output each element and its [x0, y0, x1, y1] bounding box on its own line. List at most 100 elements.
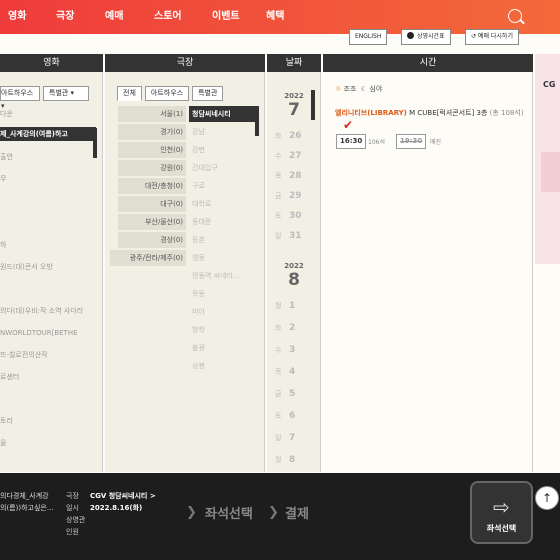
region-item[interactable]: 경기(0) [118, 124, 186, 140]
movie-scrollbar[interactable] [93, 128, 97, 158]
step-seat: 좌석선택 [205, 507, 253, 522]
date-item[interactable]: 금5 [275, 386, 315, 402]
tab-special-label: 특별관 [49, 89, 69, 97]
region-item[interactable]: 서울(1) [118, 106, 186, 122]
movie-item[interactable]: NWORLDTOUR[BETHE [0, 326, 96, 340]
movie-item[interactable]: 로센터 [0, 370, 96, 384]
weekday: 일 [275, 434, 282, 442]
region-item[interactable]: 대구(0) [118, 196, 186, 212]
theater-item[interactable]: 등촌 [189, 232, 251, 248]
theater-item[interactable]: 상봉 [189, 358, 251, 374]
tab-arthouse[interactable]: 아트하우스 ▾ [0, 86, 40, 110]
date-item[interactable]: 토6 [275, 408, 315, 424]
sun-icon: ☼ [335, 85, 342, 93]
refresh-icon: ↺ [471, 33, 478, 40]
weekday: 일 [275, 232, 282, 240]
theater-item[interactable]: 동대문 [189, 214, 251, 230]
moon-icon: ☾ [360, 85, 368, 93]
region-item[interactable]: 광주/전라/제주(0) [110, 250, 186, 266]
theater-item[interactable]: 방학 [189, 322, 251, 338]
theater-item[interactable]: 미아 [189, 304, 251, 320]
weekday: 화 [275, 132, 282, 140]
region-item[interactable]: 경상(0) [118, 232, 186, 248]
movie-item[interactable]: 을 [0, 436, 96, 450]
theater-item[interactable]: 명동 [189, 250, 251, 266]
time-filter: ☼ 조조 ☾ 심야 [335, 84, 382, 94]
theater-item[interactable]: 강남 [189, 124, 251, 140]
movie-item-selected[interactable]: 제_사계강의(여름)하고 [0, 127, 96, 141]
theater-item[interactable]: 구로 [189, 178, 251, 194]
theater-item[interactable]: 불광 [189, 340, 251, 356]
region-item[interactable]: 부산/울산(0) [118, 214, 186, 230]
ad-image [541, 152, 560, 192]
movie-item[interactable]: 출연 [0, 150, 96, 164]
tab-theater-special[interactable]: 특별관 [192, 86, 224, 101]
theater-list: 전체 아트하우스 특별관 서울(1) 경기(0) 인천(0) 강원(0) 대전/… [105, 72, 265, 472]
show-title: 엘리니티브(LIBRARY) M CUBE[럭셔콘서트] 3층 (총 108석) [335, 108, 524, 118]
movie-item[interactable]: 원드(대)콘서 오방 [0, 260, 96, 274]
arrow-right-icon: ⇨ [493, 495, 510, 519]
day-number: 31 [289, 231, 302, 241]
label-theater: 극장 [66, 492, 79, 500]
theater-scrollbar[interactable] [255, 106, 259, 136]
date-item[interactable]: 수 27 [275, 148, 315, 164]
reset-button[interactable]: ↺ 예매 다시하기 [465, 29, 519, 45]
theater-item[interactable]: 명동역 씨네라... [189, 268, 251, 284]
selected-movie-2: 의(름))하고싶은... [0, 504, 54, 512]
date-item[interactable]: 화 26 [275, 128, 315, 144]
selected-movie: 의다경체_사계강 [0, 492, 49, 500]
weekday: 수 [275, 152, 282, 160]
nav-movie[interactable]: 영화 [8, 0, 26, 34]
movie-item[interactable]: 토리 [0, 414, 96, 428]
date-item[interactable]: 월1 [275, 298, 315, 314]
advertisement-banner[interactable]: CG [535, 54, 560, 264]
tab-all[interactable]: 전체 [117, 86, 142, 101]
date-scrollbar[interactable] [311, 90, 315, 120]
nav-benefit[interactable]: 혜택 [266, 0, 284, 34]
theater-item[interactable]: 강변 [189, 142, 251, 158]
chevron-right-icon: ❯ [186, 505, 197, 520]
nav-event[interactable]: 이벤트 [212, 0, 240, 34]
movie-item[interactable]: 뜨-칠로전의산작 [0, 348, 96, 362]
nav-store[interactable]: 스토어 [154, 0, 182, 34]
scroll-top-button[interactable]: ↑ [535, 486, 559, 510]
theater-item[interactable]: 건대입구 [189, 160, 251, 176]
date-item[interactable]: 수3 [275, 342, 315, 358]
movie-item[interactable]: 다운 [0, 107, 96, 121]
date-item[interactable]: 월8 [275, 452, 315, 468]
region-item[interactable]: 대전/충청(0) [118, 178, 186, 194]
theater-item[interactable]: 목동 [189, 286, 251, 302]
weekday: 목 [275, 368, 282, 376]
date-item[interactable]: 일7 [275, 430, 315, 446]
day-number: 26 [289, 131, 302, 141]
region-item[interactable]: 강원(0) [118, 160, 186, 176]
english-button[interactable]: ENGLISH [349, 29, 388, 45]
tab-theater-arthouse[interactable]: 아트하우스 [144, 86, 190, 101]
date-item[interactable]: 화2 [275, 320, 315, 336]
weekday: 월 [275, 302, 282, 310]
theater-item[interactable]: 대학로 [189, 196, 251, 212]
showtime-button-soldout[interactable]: 19:30 [396, 134, 427, 149]
date-item[interactable]: 목4 [275, 364, 315, 380]
nav-booking[interactable]: 예매 [105, 0, 123, 34]
date-item[interactable]: 목 28 [275, 168, 315, 184]
theater-item-selected[interactable]: 청담씨네시티 [189, 106, 255, 122]
chevron-right-icon: ❯ [268, 505, 279, 520]
date-item[interactable]: 일 31 [275, 228, 315, 244]
date-item[interactable]: 금 29 [275, 188, 315, 204]
tab-special[interactable]: 특별관 ▾ [43, 86, 89, 101]
movie-item[interactable]: 하 [0, 238, 96, 252]
movie-item[interactable]: 무 [0, 172, 96, 186]
showtime-button[interactable]: 16:30 [336, 134, 367, 149]
search-icon[interactable] [508, 9, 522, 23]
seat-select-button[interactable]: ⇨ 좌석선택 [470, 481, 533, 544]
day-number: 4 [289, 367, 296, 377]
region-item[interactable]: 인천(0) [118, 142, 186, 158]
label-hall: 상영관 [66, 516, 86, 524]
movie-item[interactable]: 의다(대)우비:작 소역 사다리 [0, 304, 96, 318]
date-item[interactable]: 토 30 [275, 208, 315, 224]
schedule-button[interactable]: 상영시간표 [401, 29, 451, 45]
day-number: 8 [289, 455, 296, 465]
weekday: 월 [275, 456, 282, 464]
nav-theater[interactable]: 극장 [56, 0, 74, 34]
